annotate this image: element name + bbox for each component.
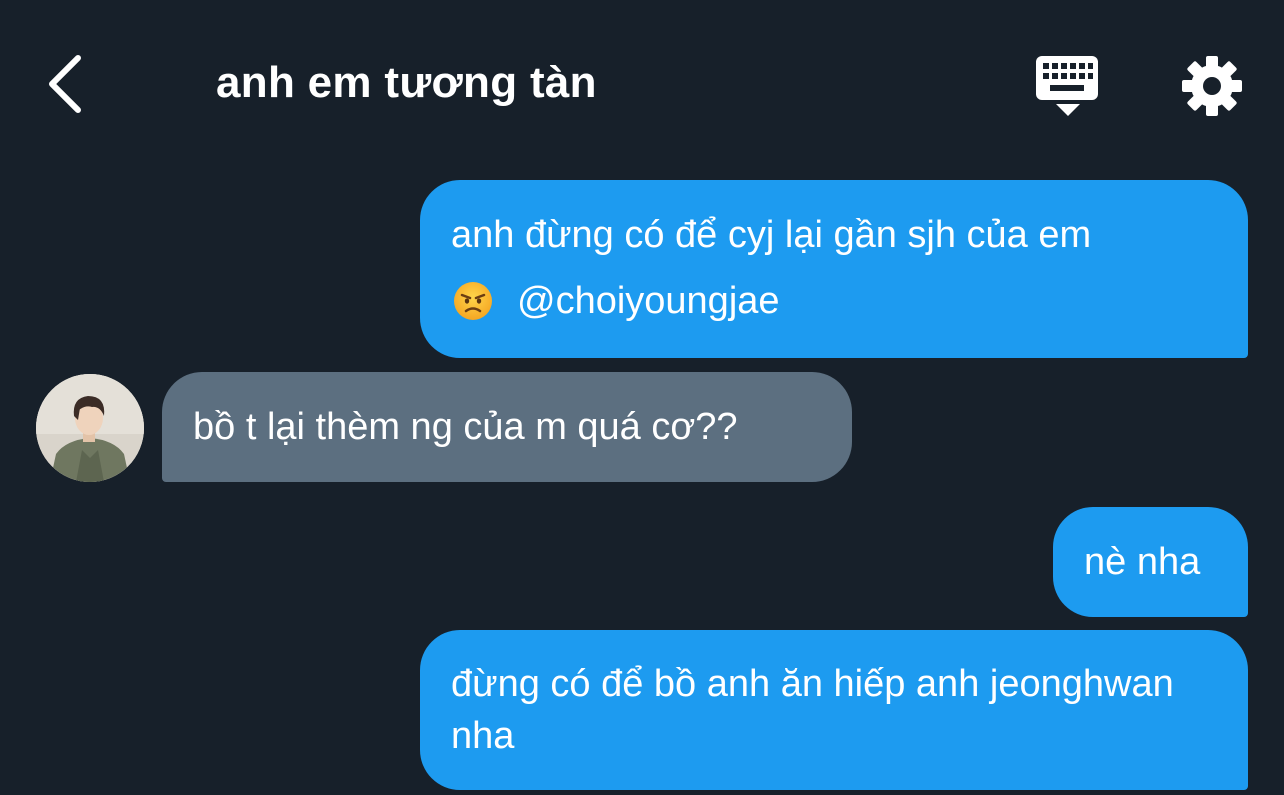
message-text: bồ t lại thèm ng của m quá cơ?? [193,406,738,448]
conversation-title: anh em tương tàn [216,58,597,107]
mention-link[interactable]: @choiyoungjae [517,276,780,326]
message-text: đừng có để bồ anh ăn hiếp anh jeonghwan … [451,663,1174,757]
keyboard-hide-icon [1036,56,1098,116]
message-line: @choiyoungjae [451,276,1218,326]
message-bubble-incoming[interactable]: bồ t lại thèm ng của m quá cơ?? [162,372,852,482]
angry-face-emoji [454,282,492,320]
keyboard-toggle-button[interactable] [1034,54,1102,120]
message-bubble-outgoing[interactable]: nè nha [1053,507,1248,617]
chevron-left-icon [49,55,81,113]
message-text: nè nha [1084,541,1201,583]
chat-header: anh em tương tàn [0,0,1284,170]
message-bubble-outgoing[interactable]: anh đừng có để cyj lại gần sjh của em @c… [420,180,1248,358]
avatar[interactable] [36,374,144,482]
message-text: anh đừng có để cyj lại gần sjh của em [451,214,1092,256]
gear-icon [1182,56,1242,116]
profile-photo [36,374,144,482]
message-bubble-outgoing[interactable]: đừng có để bồ anh ăn hiếp anh jeonghwan … [420,630,1248,790]
back-button[interactable] [40,50,100,120]
settings-button[interactable] [1180,54,1244,118]
